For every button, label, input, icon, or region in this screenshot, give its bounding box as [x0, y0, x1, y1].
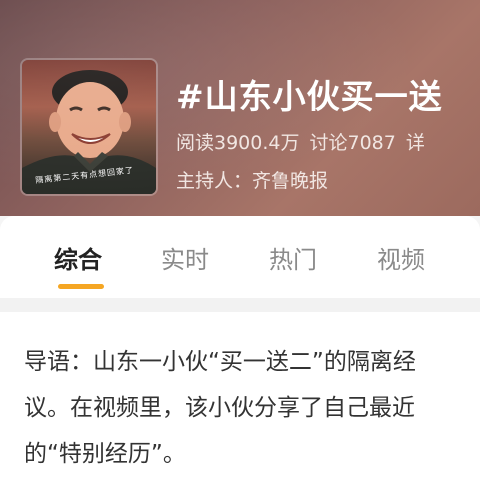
topic-avatar[interactable]: 隔离第二天有点想回家了	[22, 60, 156, 194]
topic-host[interactable]: 主持人：齐鲁晚报	[176, 166, 328, 193]
tab-video[interactable]: 视频	[377, 240, 425, 275]
details-link[interactable]: 详	[406, 132, 425, 154]
portrait-image	[22, 70, 156, 194]
tab-hot[interactable]: 热门	[269, 240, 317, 275]
section-divider	[0, 298, 480, 312]
article-line: 议。在视频里，该小伙分享了自己最近	[24, 395, 415, 421]
discussion-count: 讨论7087	[309, 132, 396, 154]
tab-bar: 综合 实时 热门 视频	[0, 216, 480, 298]
tab-realtime[interactable]: 实时	[161, 240, 209, 275]
avatar-caption: 隔离第二天有点想回家了	[34, 165, 135, 186]
tab-general[interactable]: 综合	[54, 240, 102, 275]
read-count: 阅读3900.4万	[176, 132, 300, 154]
article-line: 的“特别经历”。	[24, 441, 186, 467]
article-line: 导语：山东一小伙“买一送二”的隔离经	[24, 349, 416, 375]
article-intro[interactable]: 导语：山东一小伙“买一送二”的隔离经 议。在视频里，该小伙分享了自己最近 的“特…	[0, 312, 480, 480]
active-tab-indicator	[58, 284, 104, 289]
topic-stats: 阅读3900.4万 讨论7087 详	[176, 128, 435, 155]
topic-title: #山东小伙买一送	[176, 77, 443, 116]
topic-header: 隔离第二天有点想回家了 #山东小伙买一送 阅读3900.4万 讨论7087 详 主持…	[0, 0, 480, 216]
